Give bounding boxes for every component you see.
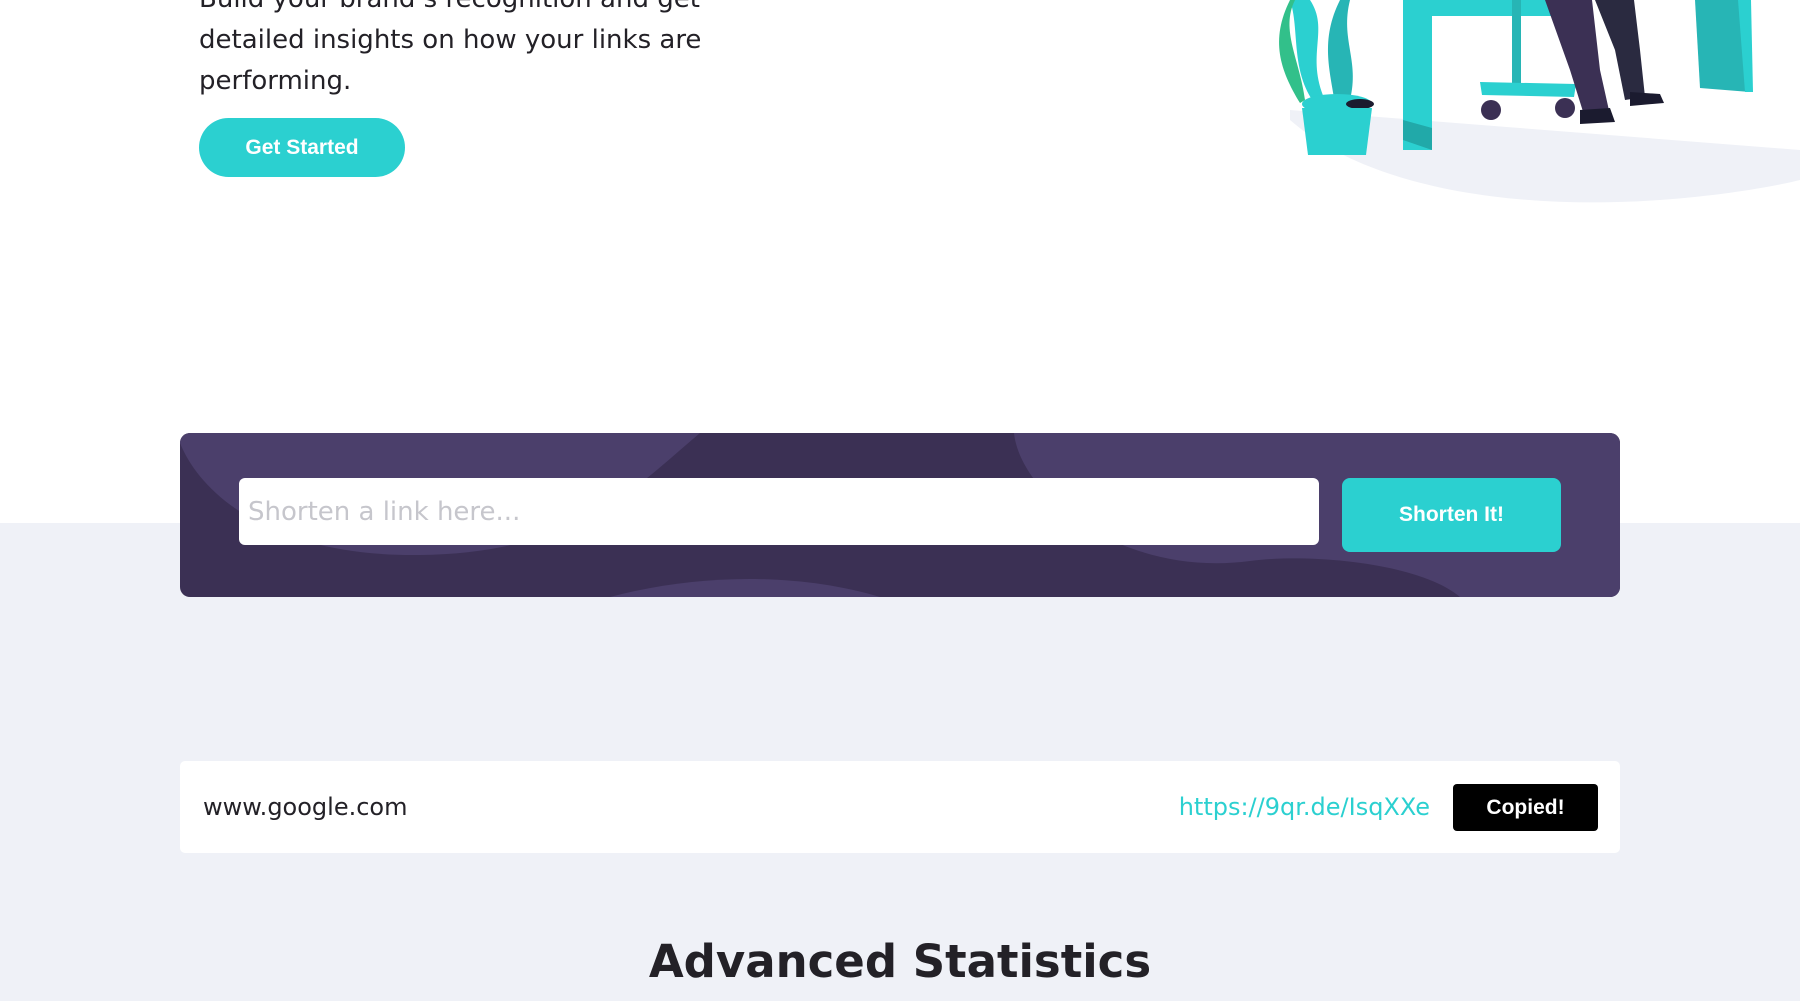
copy-button[interactable]: Copied! (1453, 784, 1598, 831)
get-started-button[interactable]: Get Started (199, 118, 405, 177)
hero-description: Build your brand’s recognition and get d… (199, 0, 759, 102)
shorten-link-input[interactable] (239, 478, 1319, 545)
short-url-link[interactable]: https://9qr.de/IsqXXe (1179, 793, 1430, 821)
original-url: www.google.com (203, 793, 408, 821)
hero-description-line: Build your brand’s recognition and get (199, 0, 759, 20)
working-person-illustration (1279, 0, 1800, 203)
hero-description-line: performing. (199, 66, 352, 96)
shorten-panel: Shorten It! (180, 433, 1620, 597)
section-title: Advanced Statistics (648, 935, 1152, 988)
shorten-it-button[interactable]: Shorten It! (1342, 478, 1561, 552)
hero-description-line: detailed insights on how your links are (199, 25, 702, 55)
shortened-link-row: www.google.com https://9qr.de/IsqXXe Cop… (180, 761, 1620, 853)
